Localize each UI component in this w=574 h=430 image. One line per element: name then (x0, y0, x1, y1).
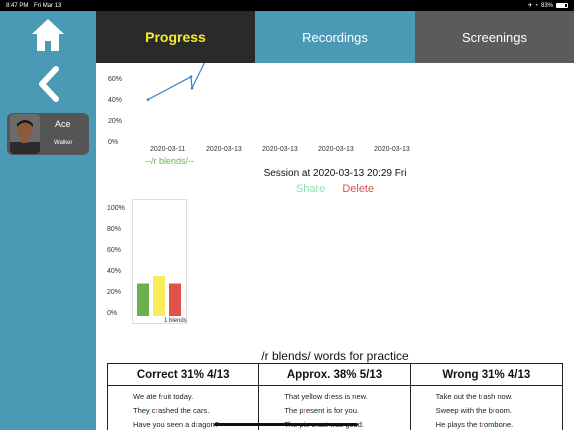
column-header: Approx. 38% 5/13 (259, 364, 410, 386)
practice-sentence: The present is for you. (284, 406, 359, 415)
tab-progress[interactable]: Progress (96, 11, 255, 63)
practice-table: Correct 31% 4/13 We ate fruit today. The… (107, 363, 563, 430)
battery-percent: 83% (540, 2, 553, 9)
sidebar: Ace Walker (0, 11, 96, 430)
share-button[interactable]: Share (296, 183, 325, 195)
chevron-left-icon (39, 66, 59, 102)
practice-sentence: They crashed the cars. (133, 406, 210, 415)
profile-card[interactable]: Ace Walker (7, 113, 89, 155)
bar (153, 276, 165, 316)
chart-caption: --/r blends/-- (145, 156, 195, 166)
app-root: 8:47 PM Fri Mar 13 ✈ ◔ 83% Ace Walker Pr… (0, 0, 574, 430)
tab-bar: Progress Recordings Screenings (96, 11, 574, 63)
profile-subtitle: Walker (54, 140, 73, 146)
back-button[interactable] (36, 66, 62, 102)
progress-panel: 60% 40% 20% 0% 2020-03-11 2020-03-13 202… (96, 63, 574, 430)
y-tick: 60% (108, 76, 123, 83)
tab-screenings[interactable]: Screenings (415, 11, 574, 63)
session-title: Session at 2020-03-13 20:29 Fri (263, 168, 407, 179)
line-point (146, 98, 150, 101)
y-tick: 80% (107, 226, 122, 233)
line-chart (146, 63, 205, 101)
practice-sentence: He plays the trombone. (435, 420, 514, 429)
home-indicator (214, 423, 358, 426)
y-tick: 40% (108, 97, 123, 104)
battery-icon (556, 3, 568, 8)
bar (137, 283, 149, 316)
avatar (10, 114, 40, 154)
status-time: 8:47 PM (6, 2, 29, 9)
practice-title: /r blends/ words for practice (261, 349, 409, 363)
column-header: Wrong 31% 4/13 (410, 364, 562, 386)
status-bar: 8:47 PM Fri Mar 13 ✈ ◔ 83% (0, 0, 574, 11)
home-button[interactable] (30, 17, 66, 53)
practice-sentence: Sweep with the broom. (435, 406, 512, 415)
approx-column: Approx. 38% 5/13 That yellow dress is ne… (259, 364, 411, 430)
session-actions: Share Delete (96, 183, 574, 195)
y-tick: 0% (107, 310, 118, 317)
column-header: Correct 31% 4/13 (108, 364, 259, 386)
y-tick: 0% (108, 139, 119, 146)
practice-sentence: We ate fruit today. (133, 392, 194, 401)
bar-category-label: 1 blends (164, 318, 187, 324)
practice-sentence: That yellow dress is new. (284, 392, 368, 401)
y-tick: 40% (107, 268, 122, 275)
y-tick: 60% (107, 247, 122, 254)
y-tick: 20% (107, 289, 122, 296)
y-tick: 20% (108, 118, 123, 125)
column-sentences: Take out the trash now. Sweep with the b… (411, 386, 562, 430)
home-icon (32, 19, 64, 51)
delete-button[interactable]: Delete (342, 183, 374, 195)
x-tick: 2020-03-13 (262, 146, 298, 153)
x-tick: 2020-03-13 (206, 146, 242, 153)
x-tick: 2020-03-13 (374, 146, 410, 153)
y-tick: 100% (107, 205, 125, 212)
signal-icon: ✈ ◔ (527, 3, 538, 9)
tab-recordings[interactable]: Recordings (255, 11, 415, 63)
x-tick: 2020-03-11 (150, 146, 186, 153)
bar-chart (132, 199, 187, 324)
x-tick: 2020-03-13 (318, 146, 354, 153)
line-point (190, 86, 194, 90)
wrong-column: Wrong 31% 4/13 Take out the trash now. S… (410, 364, 562, 430)
correct-column: Correct 31% 4/13 We ate fruit today. The… (108, 364, 260, 430)
bar (169, 283, 181, 316)
line-point (189, 75, 193, 78)
line-series (147, 63, 205, 101)
status-date: Fri Mar 13 (34, 2, 62, 9)
profile-name: Ace (55, 119, 71, 129)
practice-sentence: Take out the trash now. (435, 392, 513, 401)
